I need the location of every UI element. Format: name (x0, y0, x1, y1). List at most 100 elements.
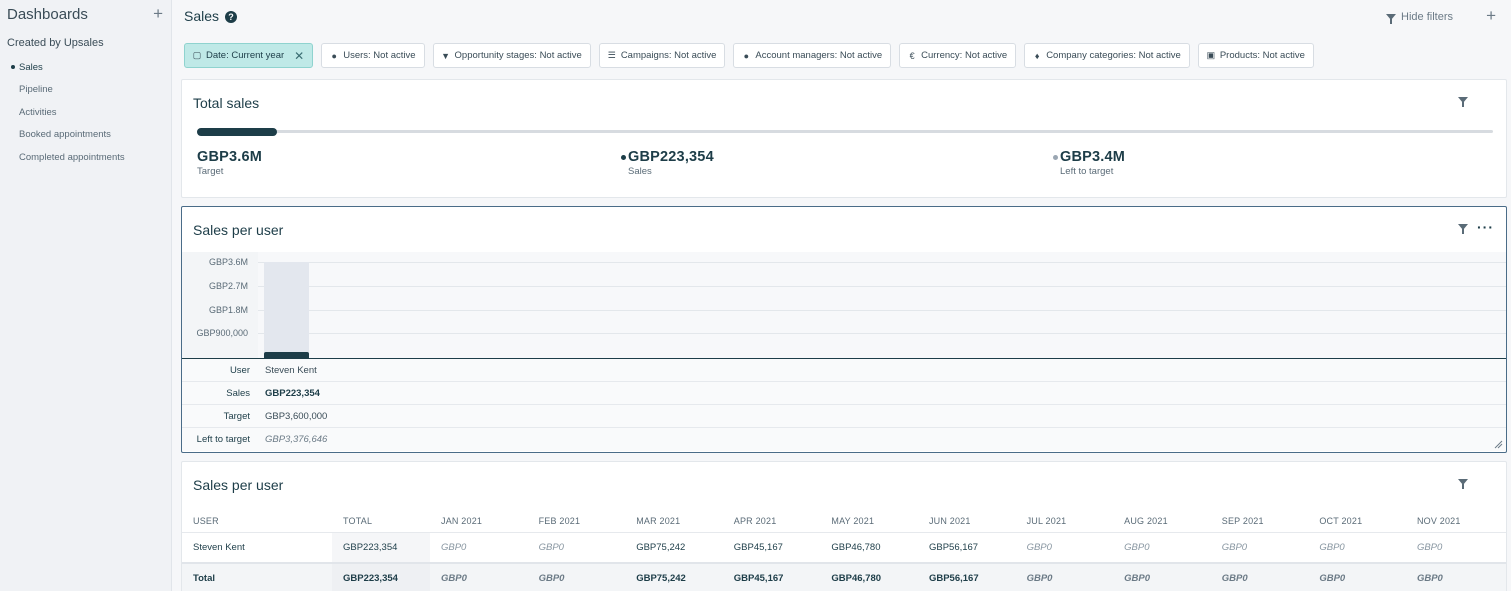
cell-month: GBP0 (1026, 572, 1053, 584)
filter-chip-account-managers[interactable]: ● Account managers: Not active (733, 43, 892, 68)
cell-month: GBP45,167 (733, 572, 784, 584)
filter-chip-currency[interactable]: € Currency: Not active (899, 43, 1017, 68)
sidebar-header: Dashboards + (7, 4, 167, 26)
add-dashboard-icon[interactable]: + (153, 4, 163, 24)
cell-month: GBP0 (1221, 572, 1248, 584)
sidebar-group-label: Created by Upsales (7, 37, 104, 49)
y-tick-label: GBP1.8M (208, 305, 248, 315)
cell-month: GBP0 (1124, 572, 1151, 584)
filter-chip-users[interactable]: ● Users: Not active (321, 43, 425, 68)
widget-filter-button[interactable] (1458, 94, 1468, 107)
row-label: Left to target (196, 434, 250, 445)
cell-user: Total (193, 572, 215, 584)
widget-filter-button[interactable] (1458, 476, 1468, 489)
funnel-icon: ▼ (441, 50, 450, 61)
cube-icon: ▣ (1206, 50, 1216, 60)
list-icon: ☰ (607, 50, 616, 60)
row-label: Sales (226, 387, 250, 399)
hide-filters-button[interactable]: Hide filters (1386, 11, 1453, 24)
resize-handle-icon[interactable] (1494, 440, 1503, 449)
sidebar-item-completed-appointments[interactable]: Completed appointments (19, 152, 125, 163)
cell-month: GBP0 (1319, 542, 1345, 553)
filter-chip-company-categories[interactable]: ♦ Company categories: Not active (1024, 43, 1190, 68)
widget-filter-button[interactable] (1458, 221, 1468, 234)
filter-bar: ▢ Date: Current year ✕ ● Users: Not acti… (184, 43, 1314, 68)
cell-month: GBP0 (1124, 542, 1150, 553)
cell-month: GBP0 (441, 542, 467, 553)
column-header[interactable]: APR 2021 (723, 516, 821, 526)
filter-chip-opportunity-stages[interactable]: ▼ Opportunity stages: Not active (432, 43, 591, 68)
row-value: GBP3,376,646 (265, 434, 328, 445)
filter-label: Users: Not active (343, 50, 416, 61)
cell-month: GBP46,780 (831, 542, 881, 553)
column-header[interactable]: JAN 2021 (430, 516, 528, 526)
stat-sales: GBP223,354 Sales (621, 149, 714, 177)
close-icon[interactable]: ✕ (294, 49, 304, 63)
widget-title: Total sales (193, 95, 260, 111)
cell-month: GBP0 (1026, 542, 1052, 553)
cell-user: Steven Kent (193, 542, 245, 553)
euro-icon: € (909, 50, 915, 61)
user-icon: ● (743, 50, 750, 61)
sidebar-item-label: Booked appointments (19, 129, 111, 140)
sales-dot-icon (621, 155, 626, 160)
filter-chip-products[interactable]: ▣ Products: Not active (1197, 43, 1314, 68)
sidebar-item-pipeline[interactable]: Pipeline (19, 84, 53, 95)
chart-row-left-to-target: Left to target GBP3,376,646 (182, 428, 1506, 451)
active-dot-icon (11, 65, 15, 69)
hide-filters-label: Hide filters (1401, 11, 1453, 23)
column-header[interactable]: JUL 2021 (1016, 516, 1114, 526)
table-header: USER TOTAL JAN 2021 FEB 2021 MAR 2021 APR 202… (182, 510, 1506, 532)
chart-row-sales: Sales GBP223,354 (182, 382, 1506, 405)
plot-background (258, 252, 1506, 358)
filter-chip-campaigns[interactable]: ☰ Campaigns: Not active (598, 43, 726, 68)
calendar-icon: ▢ (192, 50, 202, 60)
cell-month: GBP0 (1416, 542, 1443, 553)
progress-track (197, 130, 1493, 133)
chart-plot-area: GBP3.6M GBP2.7M GBP1.8M GBP900,000 (182, 252, 1506, 358)
help-icon[interactable]: ? (225, 11, 237, 23)
tag-icon: ♦ (1034, 50, 1040, 61)
row-label: Target (223, 410, 250, 422)
column-header[interactable]: TOTAL (332, 516, 430, 526)
row-label: User (229, 364, 250, 376)
chart-row-user: User Steven Kent (182, 359, 1506, 382)
row-value: GBP223,354 (265, 387, 320, 399)
stat-target: GBP3.6M Target (197, 149, 262, 177)
widget-title: Sales per user (193, 477, 284, 493)
column-header[interactable]: OCT 2021 (1308, 516, 1406, 526)
column-header[interactable]: JUN 2021 (918, 516, 1016, 526)
funnel-icon (1386, 14, 1397, 24)
filter-chip-date[interactable]: ▢ Date: Current year ✕ (184, 43, 314, 68)
sidebar-item-sales[interactable]: Sales (11, 62, 43, 73)
filter-label: Products: Not active (1219, 50, 1305, 61)
gridline (258, 333, 1506, 334)
stat-left-to-target: GBP3.4M Left to target (1053, 149, 1125, 177)
filter-label: Account managers: Not active (755, 50, 883, 61)
cell-month: GBP0 (441, 572, 467, 584)
total-sales-widget: Total sales GBP3.6M Target GBP223,354 Sa… (181, 79, 1507, 198)
bar-target[interactable] (264, 262, 309, 358)
gridline (258, 310, 1506, 311)
column-header[interactable]: NOV 2021 (1406, 516, 1504, 526)
y-tick-label: GBP900,000 (196, 328, 248, 338)
gridline (258, 286, 1506, 287)
column-header[interactable]: MAY 2021 (820, 516, 918, 526)
cell-month: GBP75,242 (636, 572, 686, 584)
cell-month: GBP0 (1221, 542, 1248, 553)
gridline (258, 262, 1506, 263)
add-widget-icon[interactable]: + (1486, 6, 1496, 26)
column-header[interactable]: USER (182, 516, 332, 526)
sidebar-item-booked-appointments[interactable]: Booked appointments (19, 129, 111, 140)
filter-label: Campaigns: Not active (620, 50, 717, 61)
column-header[interactable]: FEB 2021 (528, 516, 626, 526)
stat-label: Target (197, 166, 224, 177)
more-options-icon[interactable]: ··· (1477, 219, 1494, 235)
cell-month: GBP0 (1319, 572, 1346, 584)
sidebar-item-activities[interactable]: Activities (19, 107, 56, 118)
column-header[interactable]: SEP 2021 (1211, 516, 1309, 526)
column-header[interactable]: AUG 2021 (1113, 516, 1211, 526)
column-header[interactable]: MAR 2021 (625, 516, 723, 526)
cell-month: GBP0 (538, 542, 564, 553)
progress-fill (197, 128, 278, 136)
